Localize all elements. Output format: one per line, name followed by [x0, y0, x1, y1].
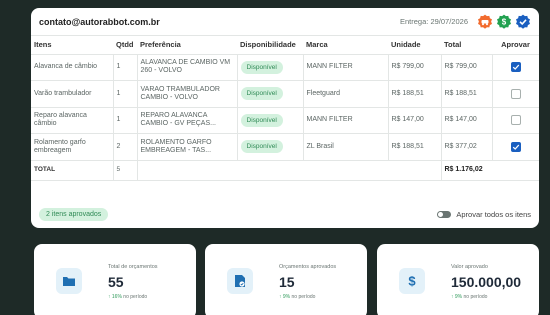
- supplier-badge-dollar-icon: $: [496, 14, 512, 30]
- quote-card-header: contato@autorabbot.com.br Entrega: 29/07…: [31, 8, 539, 36]
- stat-trend: ↑ 16% no período: [108, 294, 147, 300]
- item-preference: REPARO ALAVANCA CAMBIO - GV PEÇAS...: [137, 107, 238, 134]
- total-spacer: [137, 160, 442, 181]
- quote-card-footer: 2 itens aprovados Aprovar todos os itens: [31, 200, 539, 228]
- item-unit-price: R$ 188,51: [388, 80, 442, 108]
- item-total: R$ 799,00: [441, 54, 493, 81]
- item-preference: ALAVANCA DE CAMBIO VM 260 - VOLVO: [137, 54, 238, 81]
- item-name: Alavanca de câmbio: [31, 54, 114, 81]
- approve-checkbox[interactable]: [510, 141, 521, 152]
- stat-trend: ↑ 9% no período: [451, 294, 487, 300]
- trend-up-icon: ↑: [279, 294, 282, 300]
- col-preferencia: Preferência: [137, 36, 237, 55]
- item-qtd: 1: [113, 107, 138, 134]
- stat-value: 15: [279, 274, 295, 290]
- approve-checkbox[interactable]: [510, 88, 521, 99]
- trend-suffix: no período: [463, 294, 488, 300]
- item-brand: Fleetguard: [303, 80, 389, 108]
- item-qtd: 2: [113, 133, 138, 161]
- availability-badge: Disponível: [240, 140, 283, 154]
- quote-card: contato@autorabbot.com.br Entrega: 29/07…: [31, 8, 539, 228]
- contact-email: contato@autorabbot.com.br: [39, 16, 160, 27]
- item-brand: ZL Brasil: [303, 133, 389, 161]
- stat-value: 55: [108, 274, 124, 290]
- item-preference: ROLAMENTO GARFO EMBREAGEM - TAS...: [137, 133, 238, 161]
- stat-label: Orçamentos aprovados: [279, 264, 337, 270]
- availability-badge: Disponível: [240, 87, 283, 101]
- item-unit-price: R$ 188,51: [388, 133, 442, 161]
- col-qtdd: Qtdd: [113, 36, 137, 55]
- stat-value: 150.000,00: [451, 274, 522, 290]
- item-brand: MANN FILTER: [303, 54, 389, 81]
- total-qtd: 5: [113, 160, 138, 181]
- stat-trend: ↑ 9% no período: [279, 294, 315, 300]
- col-aprovar: Aprovar: [492, 36, 539, 55]
- trend-pct: 16%: [111, 294, 122, 300]
- verified-badge-icon: [515, 14, 531, 30]
- trend-up-icon: ↑: [108, 294, 111, 300]
- table-row: Varão trambulador 1 VARAO TRAMBULADOR CA…: [31, 80, 539, 108]
- total-value: R$ 1.176,02: [441, 160, 539, 181]
- item-total: R$ 147,00: [441, 107, 493, 134]
- approve-all-label[interactable]: Aprovar todos os itens: [456, 210, 531, 219]
- item-unit-price: R$ 799,00: [388, 54, 442, 81]
- col-disponibilidade: Disponibilidade: [237, 36, 303, 55]
- item-total: R$ 377,02: [441, 133, 493, 161]
- items-table: Itens Qtdd Preferência Disponibilidade M…: [31, 36, 539, 181]
- stat-card-approved: Orçamentos aprovados 15 ↑ 9% no período: [205, 244, 367, 315]
- item-qtd: 1: [113, 54, 138, 81]
- approve-cell: [492, 80, 539, 108]
- item-name: Rolamento garfo embreagem: [31, 133, 114, 161]
- stat-card-total: Total de orçamentos 55 ↑ 16% no período: [34, 244, 196, 315]
- availability-badge: Disponível: [240, 60, 283, 74]
- item-name: Reparo alavanca câmbio: [31, 107, 114, 134]
- col-itens: Itens: [31, 36, 113, 55]
- delivery-date: Entrega: 29/07/2026: [400, 17, 468, 26]
- item-brand: MANN FILTER: [303, 107, 389, 134]
- approve-all-toggle[interactable]: [437, 210, 452, 218]
- stat-card-value: $ Valor aprovado 150.000,00 ↑ 9% no perí…: [377, 244, 539, 315]
- total-row: TOTAL 5 R$ 1.176,02: [31, 160, 539, 181]
- item-availability-cell: Disponível: [237, 54, 304, 81]
- total-label: TOTAL: [31, 160, 114, 181]
- trend-suffix: no período: [123, 294, 148, 300]
- table-row: Rolamento garfo embreagem 2 ROLAMENTO GA…: [31, 133, 539, 161]
- item-availability-cell: Disponível: [237, 107, 304, 134]
- trend-up-icon: ↑: [451, 294, 454, 300]
- document-check-icon: [227, 268, 253, 294]
- approve-checkbox[interactable]: [510, 115, 521, 126]
- trend-pct: 9%: [454, 294, 463, 300]
- table-header-row: Itens Qtdd Preferência Disponibilidade M…: [31, 36, 539, 55]
- item-availability-cell: Disponível: [237, 133, 304, 161]
- folder-icon: [56, 268, 82, 294]
- delivery-label: Entrega:: [400, 17, 429, 26]
- item-qtd: 1: [113, 80, 138, 108]
- table-row: Alavanca de câmbio 1 ALAVANCA DE CAMBIO …: [31, 54, 539, 81]
- item-name: Varão trambulador: [31, 80, 114, 108]
- col-total: Total: [441, 36, 492, 55]
- approve-cell: [492, 133, 539, 161]
- col-marca: Marca: [303, 36, 388, 55]
- dollar-icon: $: [399, 268, 425, 294]
- stat-label: Valor aprovado: [451, 264, 488, 270]
- item-availability-cell: Disponível: [237, 80, 304, 108]
- stat-label: Total de orçamentos: [108, 264, 158, 270]
- trend-suffix: no período: [291, 294, 316, 300]
- item-total: R$ 188,51: [441, 80, 493, 108]
- supplier-badge-orange-icon: [477, 14, 493, 30]
- availability-badge: Disponível: [240, 113, 283, 127]
- approve-cell: [492, 54, 539, 81]
- item-unit-price: R$ 147,00: [388, 107, 442, 134]
- delivery-date-value: 29/07/2026: [430, 17, 468, 26]
- approved-count-badge: 2 itens aprovados: [39, 207, 109, 221]
- item-preference: VARAO TRAMBULADOR CAMBIO - VOLVO: [137, 80, 238, 108]
- approve-checkbox[interactable]: [510, 62, 521, 73]
- table-row: Reparo alavanca câmbio 1 REPARO ALAVANCA…: [31, 107, 539, 134]
- col-unidade: Unidade: [388, 36, 441, 55]
- approve-cell: [492, 107, 539, 134]
- svg-text:$: $: [502, 17, 507, 26]
- svg-text:$: $: [408, 274, 416, 288]
- trend-pct: 9%: [282, 294, 291, 300]
